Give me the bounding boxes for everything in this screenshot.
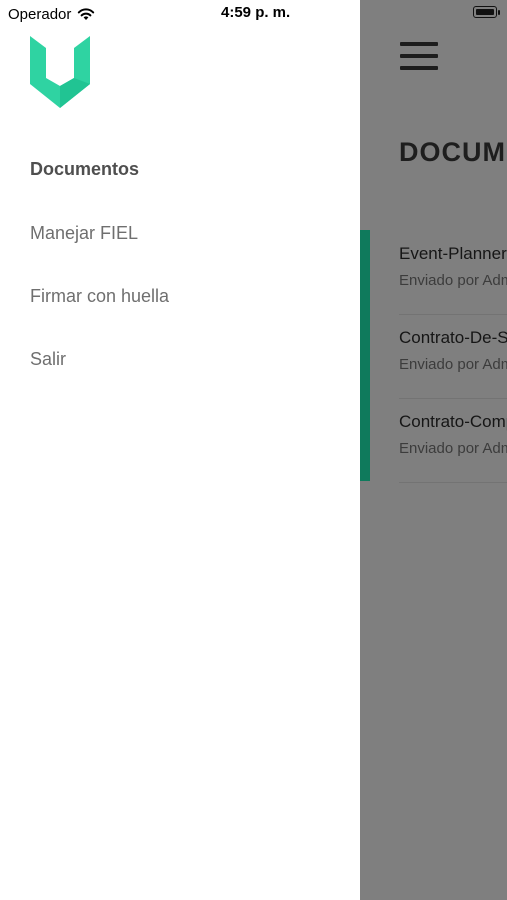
menu-item-documentos[interactable]: Documentos (30, 159, 139, 180)
list-item[interactable]: Contrato-De-Servicio Enviado por Admin (399, 314, 507, 399)
menu-item-manejar-fiel[interactable]: Manejar FIEL (30, 223, 138, 244)
battery-icon (473, 6, 497, 18)
menu-item-firmar-con-huella[interactable]: Firmar con huella (30, 286, 169, 307)
battery-indicator (469, 6, 500, 20)
wifi-icon (78, 8, 95, 20)
document-title: Contrato-Compraventa (399, 412, 507, 431)
status-bar-carrier: Operador (8, 4, 95, 24)
menu-item-salir[interactable]: Salir (30, 349, 66, 370)
page-title: DOCUMENTOS (399, 137, 507, 167)
document-title: Contrato-De-Servicio (399, 328, 507, 347)
list-item[interactable]: Event-Planner Enviado por Admin (399, 230, 507, 315)
list-accent-bar (360, 230, 370, 481)
carrier-label: Operador (8, 5, 72, 23)
list-item[interactable]: Contrato-Compraventa Enviado por Admin (399, 398, 507, 483)
document-subtitle: Enviado por Admin (399, 356, 507, 373)
document-subtitle: Enviado por Admin (399, 440, 507, 457)
app-logo-icon (30, 36, 90, 108)
document-subtitle: Enviado por Admin (399, 272, 507, 289)
side-drawer: Operador 4:59 p. m. Documentos Manejar F… (0, 0, 360, 900)
menu-hamburger-icon[interactable] (400, 40, 438, 74)
document-title: Event-Planner (399, 244, 507, 263)
status-time: 4:59 p. m. (221, 4, 291, 21)
background-overlay[interactable]: DOCUMENTOS Event-Planner Enviado por Adm… (360, 0, 507, 900)
